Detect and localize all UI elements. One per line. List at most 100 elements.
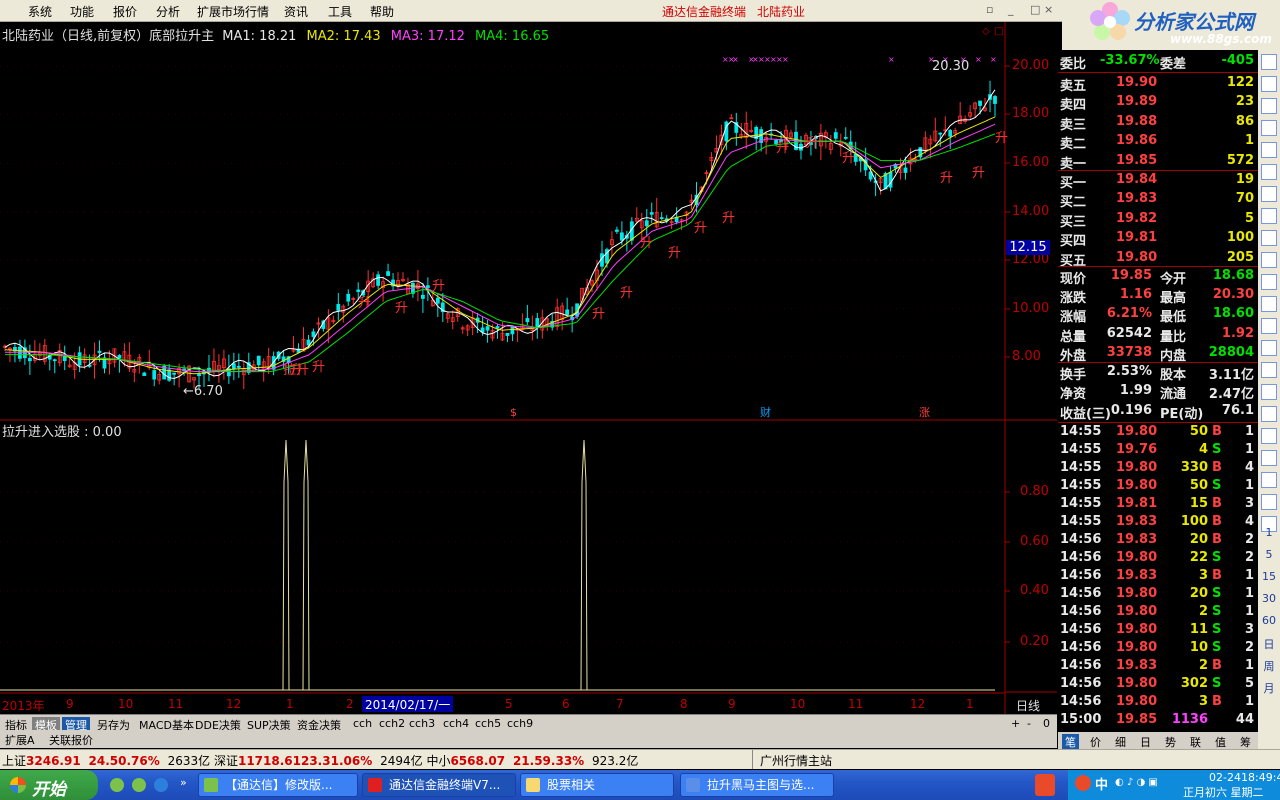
diamond-icon[interactable]: ◇ bbox=[982, 26, 990, 37]
chart-canvas[interactable]: 升升升 升升升升升升升升升 升升升 升升拉升× ×× ×× × × × × × × × × × × × bbox=[0, 22, 1057, 714]
stat-row: 收益(三) 0.196 PE(动) 76.1 bbox=[1058, 402, 1258, 422]
maximize-icon[interactable]: □ bbox=[1030, 3, 1040, 16]
candle-body bbox=[993, 96, 997, 104]
quicklaunch-icon-3[interactable] bbox=[154, 778, 168, 792]
minimize-icon[interactable]: _ bbox=[1008, 3, 1014, 16]
menu-quote[interactable]: 报价 bbox=[113, 3, 137, 20]
tab-indicator-9[interactable]: cch2 bbox=[376, 717, 408, 730]
tray-icons[interactable]: ◐ ♪ ◑ ▣ bbox=[1115, 777, 1158, 788]
signal-rise-marker: 升 bbox=[972, 166, 985, 181]
toolbar-tool-icon[interactable] bbox=[1261, 494, 1277, 510]
indicator-tab-bar: 指标 模板 管理 另存为 MACD基本 DDE决策 SUP决策 资金决策 cch cch2 cch3… bbox=[0, 714, 1057, 733]
ask-row: 卖二 19.86 1 bbox=[1058, 132, 1258, 152]
tab-ext-a[interactable]: 扩展A bbox=[2, 732, 38, 748]
tick-row: 14:56 19.80 11 S 3 bbox=[1058, 621, 1258, 640]
quicklaunch-icon-2[interactable] bbox=[132, 778, 146, 792]
menu-info[interactable]: 资讯 bbox=[284, 3, 308, 20]
stat-row: 净资 1.99 流通 2.47亿 bbox=[1058, 382, 1258, 402]
ime-icon[interactable] bbox=[1075, 775, 1091, 791]
period-tool-button[interactable]: 60 bbox=[1260, 614, 1278, 627]
quicklaunch-more-icon[interactable]: » bbox=[180, 776, 187, 789]
logo-text: 分析家公式网 bbox=[1134, 10, 1254, 34]
toolbar-tool-icon[interactable] bbox=[1261, 274, 1277, 290]
tab-detail-2[interactable]: 细 bbox=[1112, 734, 1129, 750]
stat-value: 20.30 bbox=[1212, 287, 1254, 303]
ime-lang[interactable]: 中 bbox=[1095, 774, 1108, 793]
menu-function[interactable]: 功能 bbox=[70, 3, 94, 20]
tab-related-quote[interactable]: 关联报价 bbox=[46, 732, 96, 748]
period-tool-button[interactable]: 1 bbox=[1260, 526, 1278, 539]
candle-body bbox=[306, 339, 311, 346]
tab-detail-4[interactable]: 势 bbox=[1162, 734, 1179, 750]
toolbar-tool-icon[interactable] bbox=[1261, 362, 1277, 378]
sogou-icon[interactable] bbox=[1035, 774, 1055, 796]
menu-help[interactable]: 帮助 bbox=[370, 3, 394, 20]
tab-indicator-12[interactable]: cch5 bbox=[472, 717, 504, 730]
toolbar-tool-icon[interactable] bbox=[1261, 54, 1277, 70]
restore-icon[interactable]: ▫ bbox=[986, 3, 993, 16]
menu-tools[interactable]: 工具 bbox=[328, 3, 352, 20]
period-tool-button[interactable]: 日 bbox=[1260, 636, 1278, 652]
server-name[interactable]: 广州行情主站 bbox=[760, 752, 832, 769]
tab-indicator-11[interactable]: cch4 bbox=[440, 717, 472, 730]
toolbar-tool-icon[interactable] bbox=[1261, 142, 1277, 158]
period-tool-button[interactable]: 月 bbox=[1260, 680, 1278, 696]
tab-indicator-13[interactable]: cch9 bbox=[504, 717, 536, 730]
toolbar-tool-icon[interactable] bbox=[1261, 340, 1277, 356]
toolbar-tool-icon[interactable] bbox=[1261, 98, 1277, 114]
period-tool-button[interactable]: 15 bbox=[1260, 570, 1278, 583]
toolbar-tool-icon[interactable] bbox=[1261, 120, 1277, 136]
tab-detail-1[interactable]: 价 bbox=[1087, 734, 1104, 750]
menu-analysis[interactable]: 分析 bbox=[156, 3, 180, 20]
tab-indicator-8[interactable]: cch bbox=[350, 717, 375, 730]
tick-row: 14:55 19.83 100 B 4 bbox=[1058, 513, 1258, 532]
quicklaunch-icon-1[interactable] bbox=[110, 778, 124, 792]
tick-row: 14:55 19.80 330 B 4 bbox=[1058, 459, 1258, 478]
toolbar-tool-icon[interactable] bbox=[1261, 230, 1277, 246]
toolbar-tool-icon[interactable] bbox=[1261, 406, 1277, 422]
chart-close-icon[interactable]: □ bbox=[994, 26, 1003, 37]
period-label[interactable]: 日线 bbox=[1016, 697, 1040, 714]
toolbar-tool-icon[interactable] bbox=[1261, 450, 1277, 466]
menu-system[interactable]: 系统 bbox=[28, 3, 52, 20]
menu-ext-market[interactable]: 扩展市场行情 bbox=[197, 3, 269, 20]
price-axis-tick: 8.00 bbox=[1012, 349, 1041, 364]
tab-detail-6[interactable]: 值 bbox=[1212, 734, 1229, 750]
period-tool-button[interactable]: 30 bbox=[1260, 592, 1278, 605]
tick-row: 14:56 19.80 10 S 2 bbox=[1058, 639, 1258, 658]
zoom-button-1[interactable]: - bbox=[1024, 717, 1034, 730]
period-tool-button[interactable]: 周 bbox=[1260, 658, 1278, 674]
toolbar-tool-icon[interactable] bbox=[1261, 252, 1277, 268]
zoom-button-2[interactable]: 0 bbox=[1040, 717, 1053, 730]
tick-price: 19.80 bbox=[1116, 604, 1158, 619]
toolbar-tool-icon[interactable] bbox=[1261, 296, 1277, 312]
tab-detail-0[interactable]: 笔 bbox=[1062, 734, 1079, 750]
kline-chart-area[interactable]: 升升升升升升升升升升升升升升升升升拉升 × × × × × × × × × × × × × × × × 北陆药业… bbox=[0, 22, 1057, 714]
taskbar-btn-stock-folder[interactable]: 股票相关 bbox=[520, 773, 674, 797]
toolbar-tool-icon[interactable] bbox=[1261, 472, 1277, 488]
toolbar-tool-icon[interactable] bbox=[1261, 164, 1277, 180]
toolbar-tool-icon[interactable] bbox=[1261, 428, 1277, 444]
toolbar-tool-icon[interactable] bbox=[1261, 384, 1277, 400]
event-marker-s[interactable]: $ bbox=[510, 406, 517, 419]
ask-row: 卖三 19.88 86 bbox=[1058, 113, 1258, 133]
toolbar-tool-icon[interactable] bbox=[1261, 318, 1277, 334]
zoom-button-0[interactable]: + bbox=[1008, 717, 1023, 730]
taskbar-btn-tdx-terminal[interactable]: 通达信金融终端V7... bbox=[362, 773, 516, 797]
close-icon[interactable]: × bbox=[1044, 3, 1053, 16]
event-marker-finance[interactable]: 财 bbox=[760, 404, 771, 420]
tab-detail-3[interactable]: 日 bbox=[1137, 734, 1154, 750]
toolbar-tool-icon[interactable] bbox=[1261, 208, 1277, 224]
taskbar-btn-tdx-mod[interactable]: 【通达信】修改版... bbox=[198, 773, 358, 797]
tick-side: S bbox=[1212, 622, 1222, 637]
tab-indicator-10[interactable]: cch3 bbox=[406, 717, 438, 730]
taskbar-btn-doc[interactable]: 拉升黑马主图与选... bbox=[680, 773, 834, 797]
event-marker-rise[interactable]: 涨 bbox=[919, 404, 930, 420]
toolbar-tool-icon[interactable] bbox=[1261, 76, 1277, 92]
period-tool-button[interactable]: 5 bbox=[1260, 548, 1278, 561]
toolbar-tool-icon[interactable] bbox=[1261, 186, 1277, 202]
tab-detail-5[interactable]: 联 bbox=[1187, 734, 1204, 750]
tab-detail-7[interactable]: 筹 bbox=[1237, 734, 1254, 750]
start-button[interactable]: 开始 bbox=[0, 770, 98, 800]
signal-rise-marker: 升 bbox=[694, 221, 707, 236]
